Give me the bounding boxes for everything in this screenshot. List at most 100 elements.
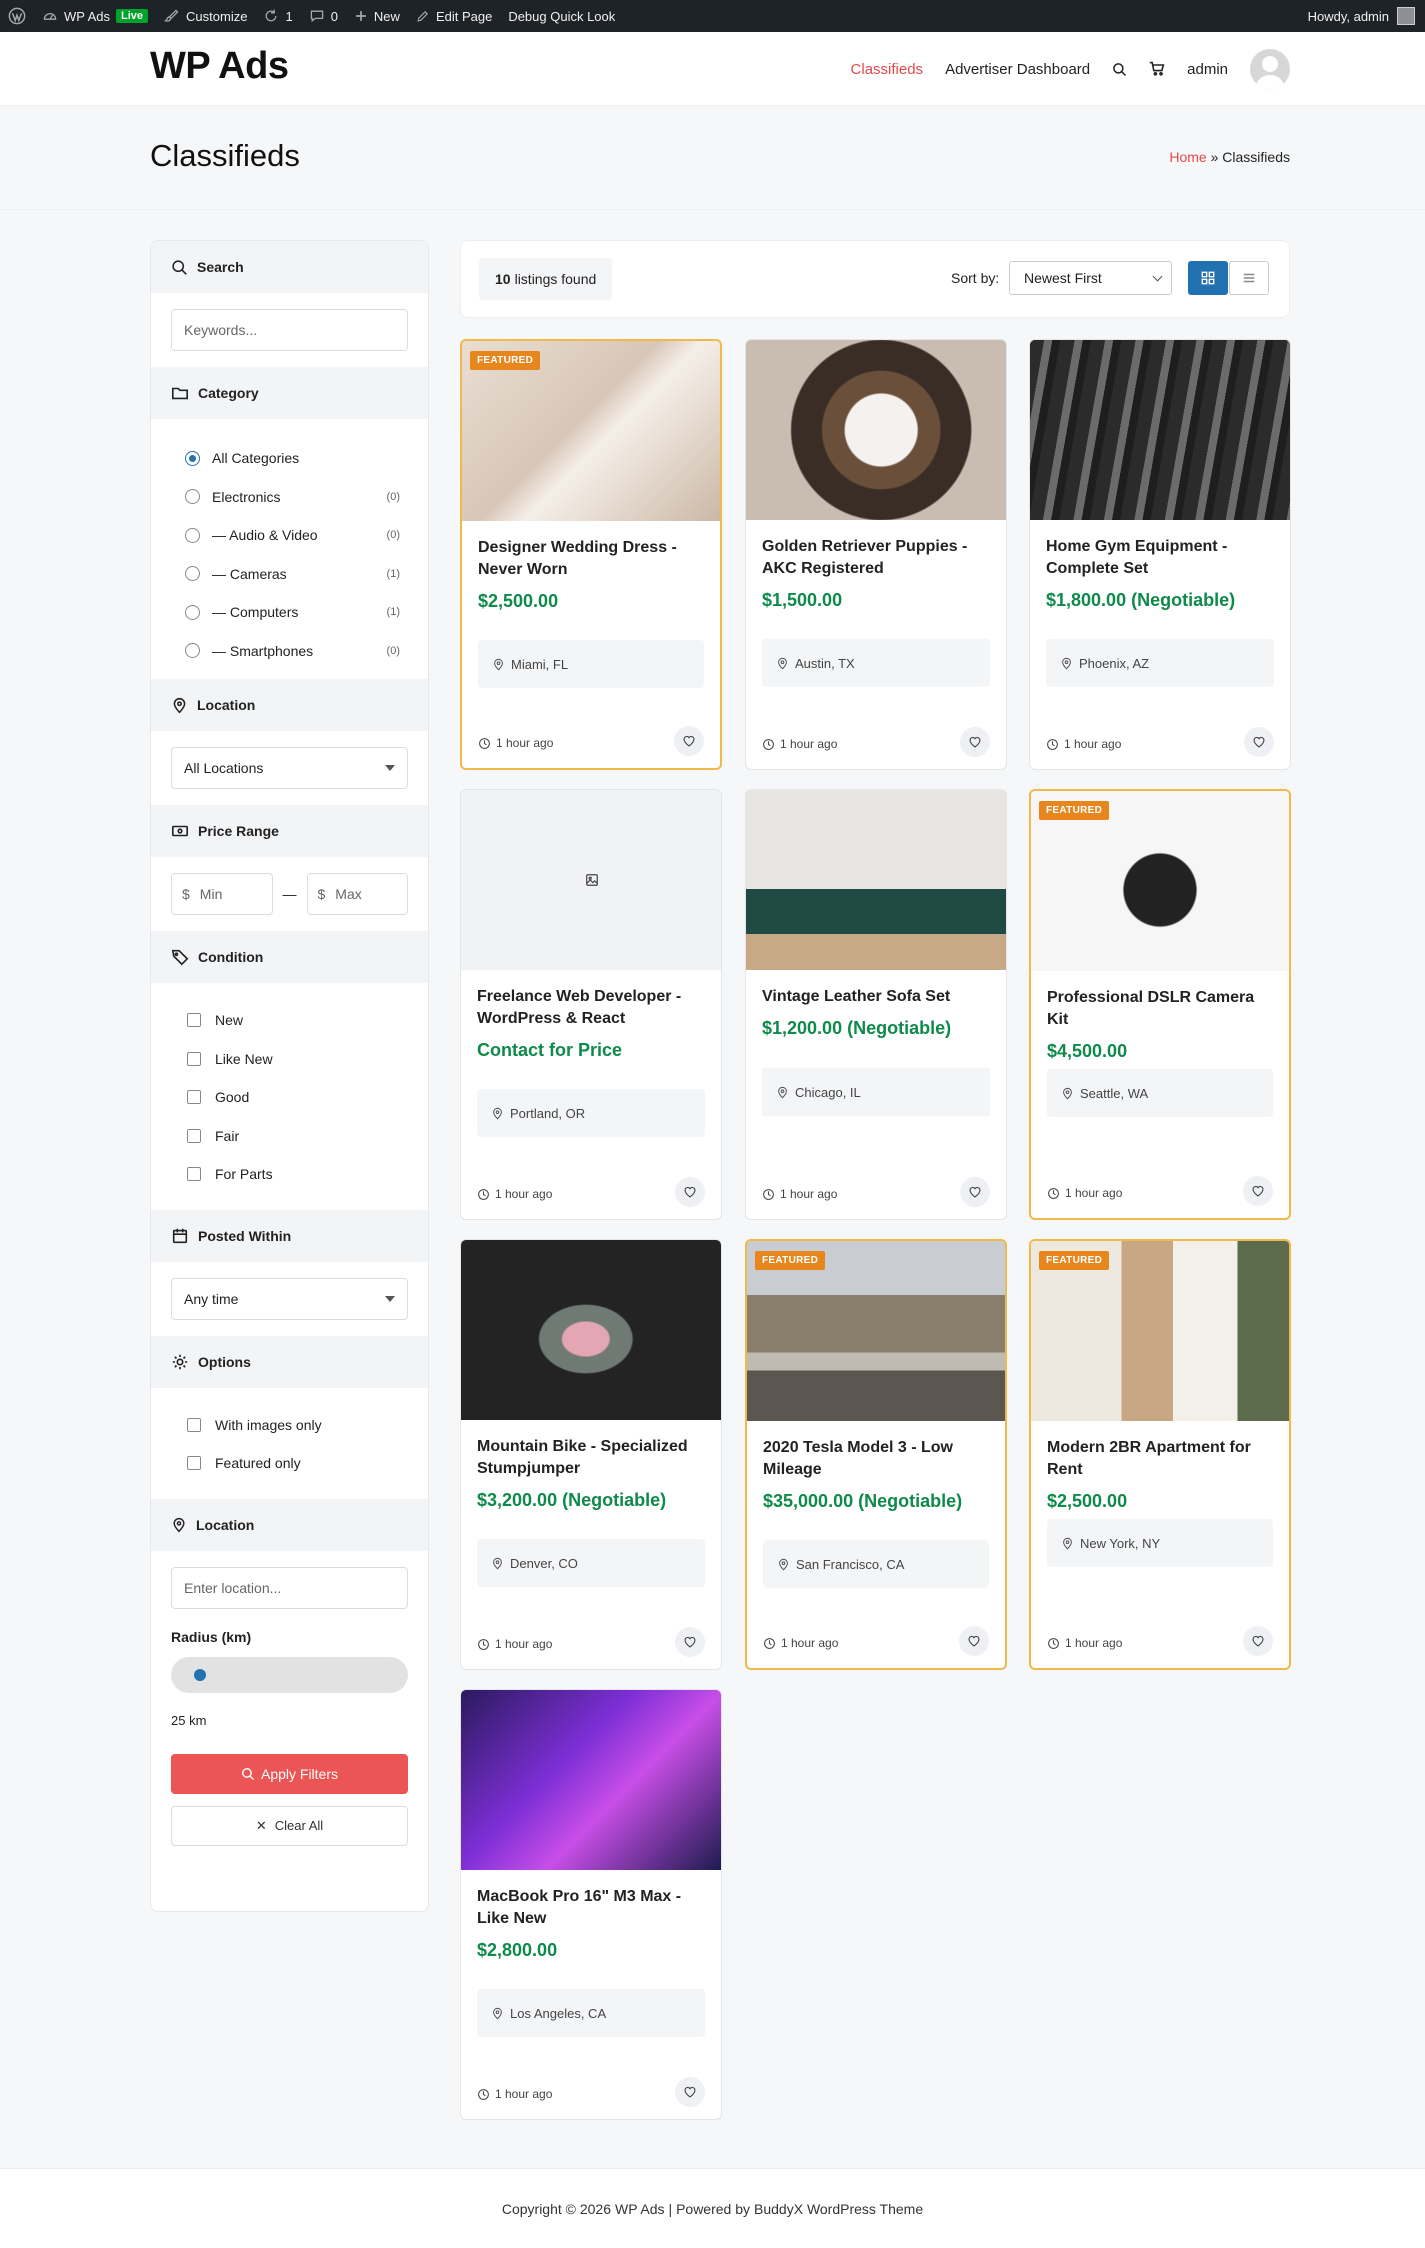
listing-title[interactable]: Mountain Bike - Specialized Stumpjumper xyxy=(477,1436,705,1480)
favorite-button[interactable] xyxy=(675,1627,705,1657)
checkbox[interactable] xyxy=(187,1456,201,1471)
listing-image[interactable] xyxy=(461,790,721,970)
category-option[interactable]: — Cameras (1) xyxy=(185,555,400,594)
listing-image[interactable]: FEATURED xyxy=(1031,1241,1289,1421)
checkbox[interactable] xyxy=(187,1013,201,1028)
favorite-button[interactable] xyxy=(1243,1176,1273,1206)
grid-view-button[interactable] xyxy=(1188,261,1228,295)
option-checkbox[interactable]: Featured only xyxy=(187,1444,408,1483)
listing-card[interactable]: Mountain Bike - Specialized Stumpjumper $… xyxy=(460,1239,722,1670)
admin-comments-link[interactable]: 0 xyxy=(301,0,346,32)
checkbox[interactable] xyxy=(187,1167,201,1182)
location-text-input[interactable]: Enter location... xyxy=(171,1566,408,1609)
favorite-button[interactable] xyxy=(959,1626,989,1656)
admin-edit-page-link[interactable]: Edit Page xyxy=(408,0,500,32)
keyword-search-input[interactable]: Keywords... xyxy=(171,309,408,351)
favorite-button[interactable] xyxy=(1244,727,1274,757)
admin-new-link[interactable]: New xyxy=(346,0,408,32)
favorite-button[interactable] xyxy=(674,726,704,756)
category-option[interactable]: — Computers (1) xyxy=(185,593,400,632)
radius-slider-handle[interactable] xyxy=(193,1668,206,1681)
category-option[interactable]: — Smartphones (0) xyxy=(185,632,400,671)
listing-card[interactable]: Freelance Web Developer - WordPress & Re… xyxy=(460,789,722,1220)
user-menu-name[interactable]: admin xyxy=(1187,61,1228,78)
category-list[interactable]: All Categories Electronics (0) — Audio & Vi… xyxy=(151,419,428,679)
condition-option[interactable]: Like New xyxy=(187,1040,408,1079)
list-view-button[interactable] xyxy=(1229,261,1269,295)
condition-option[interactable]: For Parts xyxy=(187,1155,408,1194)
category-option[interactable]: Electronics (0) xyxy=(185,478,400,517)
category-option[interactable]: All Categories xyxy=(185,439,400,478)
listing-title[interactable]: 2020 Tesla Model 3 - Low Mileage xyxy=(763,1437,989,1481)
site-logo[interactable]: WP Ads xyxy=(150,45,289,88)
listing-image[interactable] xyxy=(746,340,1006,520)
admin-debug-link[interactable]: Debug Quick Look xyxy=(500,0,623,32)
listing-image[interactable] xyxy=(461,1690,721,1870)
radio-button[interactable] xyxy=(185,527,200,543)
listing-card[interactable]: Golden Retriever Puppies - AKC Registere… xyxy=(745,339,1007,770)
location-select[interactable]: All Locations xyxy=(171,747,408,789)
listing-card[interactable]: Vintage Leather Sofa Set $1,200.00 (Negot… xyxy=(745,789,1007,1220)
nav-classifieds[interactable]: Classifieds xyxy=(851,61,924,78)
footer-site-link[interactable]: WP Ads xyxy=(615,2201,665,2217)
posted-within-select[interactable]: Any time xyxy=(171,1277,408,1320)
listing-title[interactable]: Designer Wedding Dress - Never Worn xyxy=(478,537,704,581)
search-icon[interactable] xyxy=(1112,62,1127,77)
listing-title[interactable]: MacBook Pro 16" M3 Max - Like New xyxy=(477,1886,705,1930)
wordpress-logo-icon[interactable] xyxy=(0,0,34,32)
listing-image[interactable] xyxy=(461,1240,721,1420)
listing-title[interactable]: Home Gym Equipment - Complete Set xyxy=(1046,536,1274,580)
listing-title[interactable]: Professional DSLR Camera Kit xyxy=(1047,987,1273,1031)
listing-card[interactable]: FEATURED Modern 2BR Apartment for Rent $2,… xyxy=(1029,1239,1291,1670)
category-option[interactable]: — Audio & Video (0) xyxy=(185,516,400,555)
listing-image[interactable]: FEATURED xyxy=(747,1241,1005,1421)
cart-icon[interactable] xyxy=(1149,61,1165,77)
category-option[interactable]: Fashion(1) xyxy=(185,670,400,679)
price-min-input[interactable]: $ Min xyxy=(171,873,273,915)
admin-account[interactable]: Howdy, admin xyxy=(1308,7,1425,25)
user-avatar[interactable] xyxy=(1250,49,1290,89)
condition-option[interactable]: Good xyxy=(187,1078,408,1117)
listing-card[interactable]: FEATURED 2020 Tesla Model 3 - Low Mileage… xyxy=(745,1239,1007,1670)
apply-filters-button[interactable]: Apply Filters xyxy=(171,1753,408,1794)
radius-slider[interactable] xyxy=(171,1656,408,1693)
sort-select[interactable]: Newest First xyxy=(1009,261,1172,295)
listing-title[interactable]: Vintage Leather Sofa Set xyxy=(762,986,990,1008)
nav-advertiser-dashboard[interactable]: Advertiser Dashboard xyxy=(945,61,1090,78)
listing-image[interactable] xyxy=(746,790,1006,970)
listing-title[interactable]: Golden Retriever Puppies - AKC Registere… xyxy=(762,536,990,580)
checkbox[interactable] xyxy=(187,1128,201,1143)
admin-updates-link[interactable]: 1 xyxy=(255,0,300,32)
listing-title[interactable]: Modern 2BR Apartment for Rent xyxy=(1047,1437,1273,1481)
condition-option[interactable]: New xyxy=(187,1001,408,1040)
favorite-button[interactable] xyxy=(1243,1626,1273,1656)
listing-title[interactable]: Freelance Web Developer - WordPress & Re… xyxy=(477,986,705,1030)
listing-image[interactable] xyxy=(1030,340,1290,520)
checkbox[interactable] xyxy=(187,1417,201,1432)
listing-card[interactable]: FEATURED Designer Wedding Dress - Never W… xyxy=(460,339,722,770)
option-checkbox[interactable]: With images only xyxy=(187,1406,408,1445)
radio-button[interactable] xyxy=(185,450,200,466)
favorite-button[interactable] xyxy=(675,1177,705,1207)
listing-image[interactable]: FEATURED xyxy=(462,341,720,521)
breadcrumb-home[interactable]: Home xyxy=(1169,149,1206,165)
radio-button[interactable] xyxy=(185,489,200,505)
footer-theme-link[interactable]: BuddyX WordPress Theme xyxy=(754,2201,923,2217)
checkbox[interactable] xyxy=(187,1051,201,1066)
favorite-button[interactable] xyxy=(960,1177,990,1207)
favorite-button[interactable] xyxy=(960,727,990,757)
admin-customize-link[interactable]: Customize xyxy=(156,0,255,32)
listing-card[interactable]: FEATURED Professional DSLR Camera Kit $4,5… xyxy=(1029,789,1291,1220)
radio-button[interactable] xyxy=(185,643,200,659)
listing-card[interactable]: MacBook Pro 16" M3 Max - Like New $2,800.… xyxy=(460,1689,722,2120)
condition-option[interactable]: Fair xyxy=(187,1117,408,1156)
listing-image[interactable]: FEATURED xyxy=(1031,791,1289,971)
radio-button[interactable] xyxy=(185,604,200,620)
price-max-input[interactable]: $ Max xyxy=(306,873,408,915)
clear-all-button[interactable]: ✕ Clear All xyxy=(171,1805,408,1846)
listing-card[interactable]: Home Gym Equipment - Complete Set $1,800.… xyxy=(1029,339,1291,770)
favorite-button[interactable] xyxy=(675,2077,705,2107)
admin-site-link[interactable]: WP Ads Live xyxy=(34,0,156,32)
checkbox[interactable] xyxy=(187,1090,201,1105)
radio-button[interactable] xyxy=(185,566,200,582)
